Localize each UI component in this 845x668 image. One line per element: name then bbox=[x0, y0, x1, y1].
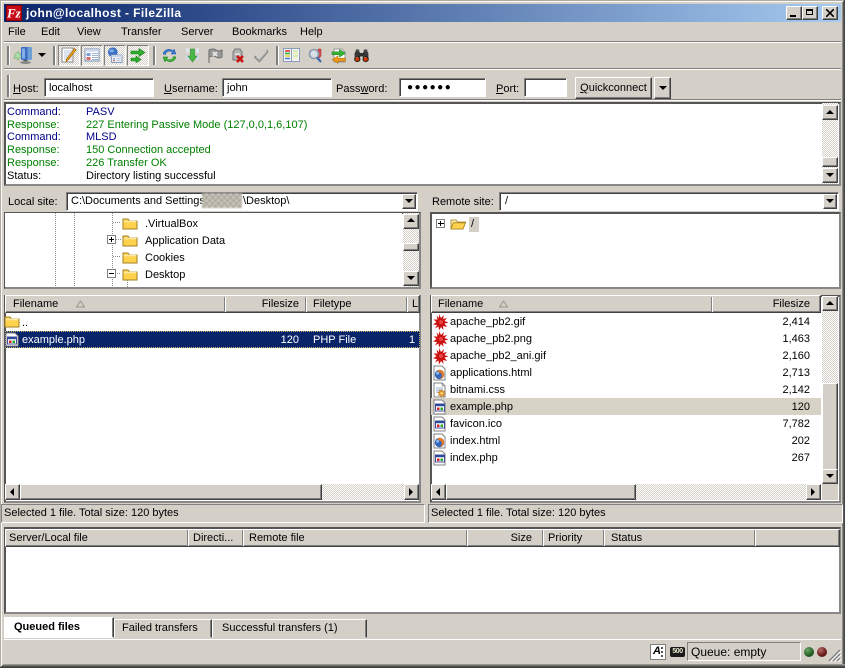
svg-text:Fz: Fz bbox=[7, 6, 21, 20]
